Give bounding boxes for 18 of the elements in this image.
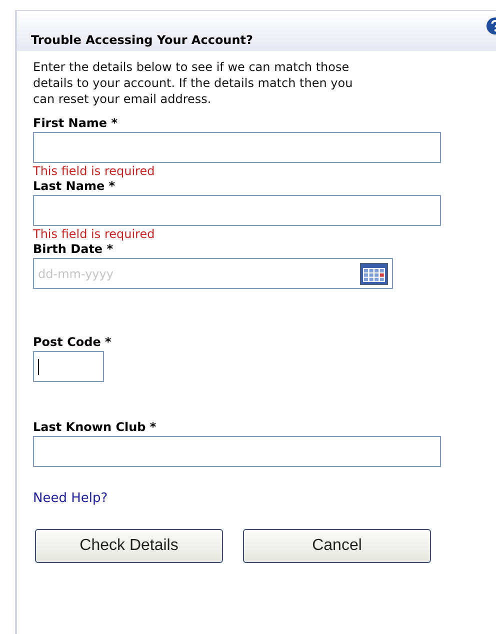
field-label: Post Code *: [33, 335, 112, 350]
field-label: First Name *: [33, 116, 118, 131]
check-details-button[interactable]: Check Details: [35, 529, 223, 563]
error-message: This field is required: [33, 227, 155, 242]
input-field[interactable]: [33, 132, 441, 163]
input-field[interactable]: [33, 351, 104, 382]
field-label: Birth Date *: [33, 242, 114, 257]
help-link[interactable]: Need Help?: [33, 491, 108, 506]
calendar-icon[interactable]: [360, 262, 388, 284]
field-label: Last Name *: [33, 179, 116, 194]
placeholder-text: dd-mm-yyyy: [38, 266, 114, 280]
intro-text: Enter the details below to see if we can match those details to your account. If the details match then you can reset your email address.: [33, 59, 354, 107]
cancel-button[interactable]: Cancel: [243, 529, 431, 563]
input-field[interactable]: [33, 195, 441, 226]
error-message: This field is required: [33, 164, 155, 179]
input-field[interactable]: [33, 436, 441, 467]
panel-title: Trouble Accessing Your Account?: [31, 33, 253, 47]
field-label: Last Known Club *: [33, 420, 156, 435]
